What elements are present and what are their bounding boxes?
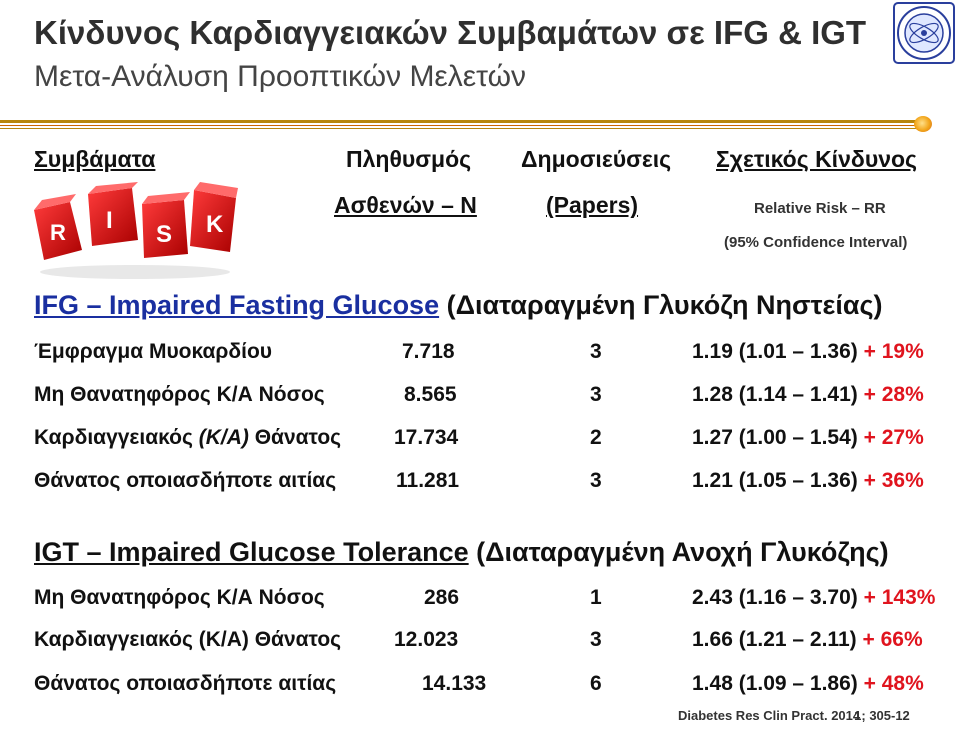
- row-event-italic: (Κ/Α): [198, 426, 249, 449]
- die-letter-s: S: [156, 221, 172, 248]
- row-event: Έμφραγμα Μυοκαρδίου: [34, 340, 273, 363]
- rr-value: 1.28 (1.14 – 1.41): [692, 383, 858, 406]
- citation: Diabetes Res Clin Pract. 20141; 305-12: [678, 708, 910, 723]
- table-row: Καρδιαγγειακός (Κ/Α) Θάνατος 17.734 2 1.…: [0, 426, 960, 456]
- column-subheader-rr: Relative Risk – RR: [754, 200, 886, 217]
- row-relative-risk: 1.48 (1.09 – 1.86) + 48%: [692, 672, 924, 696]
- risk-dice-illustration: R I S K: [34, 182, 238, 279]
- row-relative-risk: 1.19 (1.01 – 1.36) + 19%: [692, 340, 924, 364]
- rr-plus: +: [863, 672, 876, 695]
- row-papers: 6: [590, 672, 602, 695]
- rr-percent: 143%: [881, 586, 936, 609]
- row-population: 7.718: [402, 340, 455, 363]
- rr-plus: +: [863, 426, 876, 449]
- row-papers: 3: [590, 628, 602, 651]
- citation-pages: 305-12: [869, 708, 910, 723]
- divider-end-ornament: [914, 116, 932, 132]
- row-papers: 1: [590, 586, 602, 609]
- column-header-population: Πληθυσμός: [346, 146, 472, 172]
- header-divider: [0, 120, 922, 123]
- column-header-population-n: Ασθενών – N: [334, 192, 477, 218]
- rr-plus: +: [863, 469, 876, 492]
- rr-percent: 36%: [881, 469, 924, 492]
- rr-percent: 28%: [881, 383, 924, 406]
- die-i: I: [88, 182, 138, 246]
- rr-percent: 27%: [881, 426, 924, 449]
- row-population: 12.023: [394, 628, 459, 651]
- table-row: Έμφραγμα Μυοκαρδίου 7.718 3 1.19 (1.01 –…: [0, 340, 960, 370]
- row-papers: 3: [590, 383, 602, 406]
- rr-plus: +: [863, 586, 876, 609]
- section-title-igt-gr: (Διαταραγμένη Ανοχή Γλυκόζης): [476, 537, 889, 567]
- die-r: R: [34, 194, 82, 260]
- row-relative-risk: 1.28 (1.14 – 1.41) + 28%: [692, 383, 924, 407]
- row-event: Θάνατος οποιασδήποτε αιτίας: [34, 469, 337, 492]
- rr-plus: +: [863, 340, 876, 363]
- row-event: Καρδιαγγειακός (Κ/Α) Θάνατος: [34, 628, 342, 651]
- society-logo: [893, 2, 955, 64]
- row-population: 8.565: [404, 383, 457, 406]
- column-header-papers: (Papers): [546, 192, 639, 218]
- row-population: 14.133: [422, 672, 487, 695]
- section-title-igt: IGT – Impaired Glucose Tolerance (Διαταρ…: [34, 537, 889, 568]
- table-row: Θάνατος οποιασδήποτε αιτίας 11.281 3 1.2…: [0, 469, 960, 499]
- rr-value: 1.48 (1.09 – 1.86): [692, 672, 858, 695]
- slide-title: Κίνδυνος Καρδιαγγειακών Συμβαμάτων σε IF…: [34, 14, 867, 51]
- section-title-ifg-en: IFG – Impaired Fasting Glucose: [34, 290, 440, 320]
- rr-percent: 48%: [881, 672, 924, 695]
- row-population: 286: [424, 586, 460, 609]
- table-row: Θάνατος οποιασδήποτε αιτίας 14.133 6 1.4…: [0, 672, 960, 702]
- row-population: 11.281: [396, 469, 460, 492]
- row-population: 17.734: [394, 426, 459, 449]
- column-header-events: Συμβάματα: [34, 146, 156, 172]
- section-title-ifg: IFG – Impaired Fasting Glucose (Διαταραγ…: [34, 290, 882, 321]
- row-relative-risk: 1.66 (1.21 – 2.11) + 66%: [692, 628, 923, 652]
- row-papers: 2: [590, 426, 602, 449]
- die-k: K: [190, 182, 238, 252]
- table-row: Μη Θανατηφόρος Κ/Α Νόσος 286 1 2.43 (1.1…: [0, 586, 960, 616]
- rr-value: 1.27 (1.00 – 1.54): [692, 426, 858, 449]
- column-header-relative-risk: Σχετικός Κίνδυνος: [716, 146, 918, 172]
- row-event: Θάνατος οποιασδήποτε αιτίας: [34, 672, 337, 695]
- rr-value: 1.66 (1.21 – 2.11): [692, 628, 857, 651]
- slide-subtitle: Μετα-Ανάλυση Προοπτικών Μελετών: [34, 60, 527, 93]
- row-relative-risk: 2.43 (1.16 – 3.70) + 143%: [692, 586, 935, 610]
- rr-value: 2.43 (1.16 – 3.70): [692, 586, 858, 609]
- column-header-publications: Δημοσιεύσεις: [521, 146, 672, 172]
- row-papers: 3: [590, 469, 602, 492]
- citation-journal: Diabetes Res Clin Pract.: [678, 708, 828, 723]
- row-event: Μη Θανατηφόρος Κ/Α Νόσος: [34, 383, 325, 406]
- section-title-ifg-gr: (Διαταραγμένη Γλυκόζη Νηστείας): [446, 290, 883, 320]
- row-papers: 3: [590, 340, 602, 363]
- row-relative-risk: 1.27 (1.00 – 1.54) + 27%: [692, 426, 924, 450]
- rr-plus: +: [863, 383, 876, 406]
- table-row: Μη Θανατηφόρος Κ/Α Νόσος 8.565 3 1.28 (1…: [0, 383, 960, 413]
- die-letter-r: R: [50, 220, 66, 245]
- section-title-igt-en: IGT – Impaired Glucose Tolerance: [34, 537, 469, 567]
- die-letter-k: K: [206, 211, 224, 238]
- header-divider-thin: [0, 125, 922, 126]
- rr-plus: +: [862, 628, 875, 651]
- die-letter-i: I: [106, 207, 113, 234]
- header-divider-thin-2: [0, 128, 922, 129]
- row-event: Μη Θανατηφόρος Κ/Α Νόσος: [34, 586, 325, 609]
- rr-value: 1.19 (1.01 – 1.36): [692, 340, 858, 363]
- row-event: Καρδιαγγειακός (Κ/Α) Θάνατος: [34, 426, 342, 449]
- column-subheader-ci: (95% Confidence Interval): [724, 234, 908, 251]
- rr-value: 1.21 (1.05 – 1.36): [692, 469, 858, 492]
- rr-percent: 66%: [880, 628, 923, 651]
- table-row: Καρδιαγγειακός (Κ/Α) Θάνατος 12.023 3 1.…: [0, 628, 960, 658]
- rr-percent: 19%: [881, 340, 924, 363]
- die-s: S: [142, 192, 190, 258]
- row-relative-risk: 1.21 (1.05 – 1.36) + 36%: [692, 469, 924, 493]
